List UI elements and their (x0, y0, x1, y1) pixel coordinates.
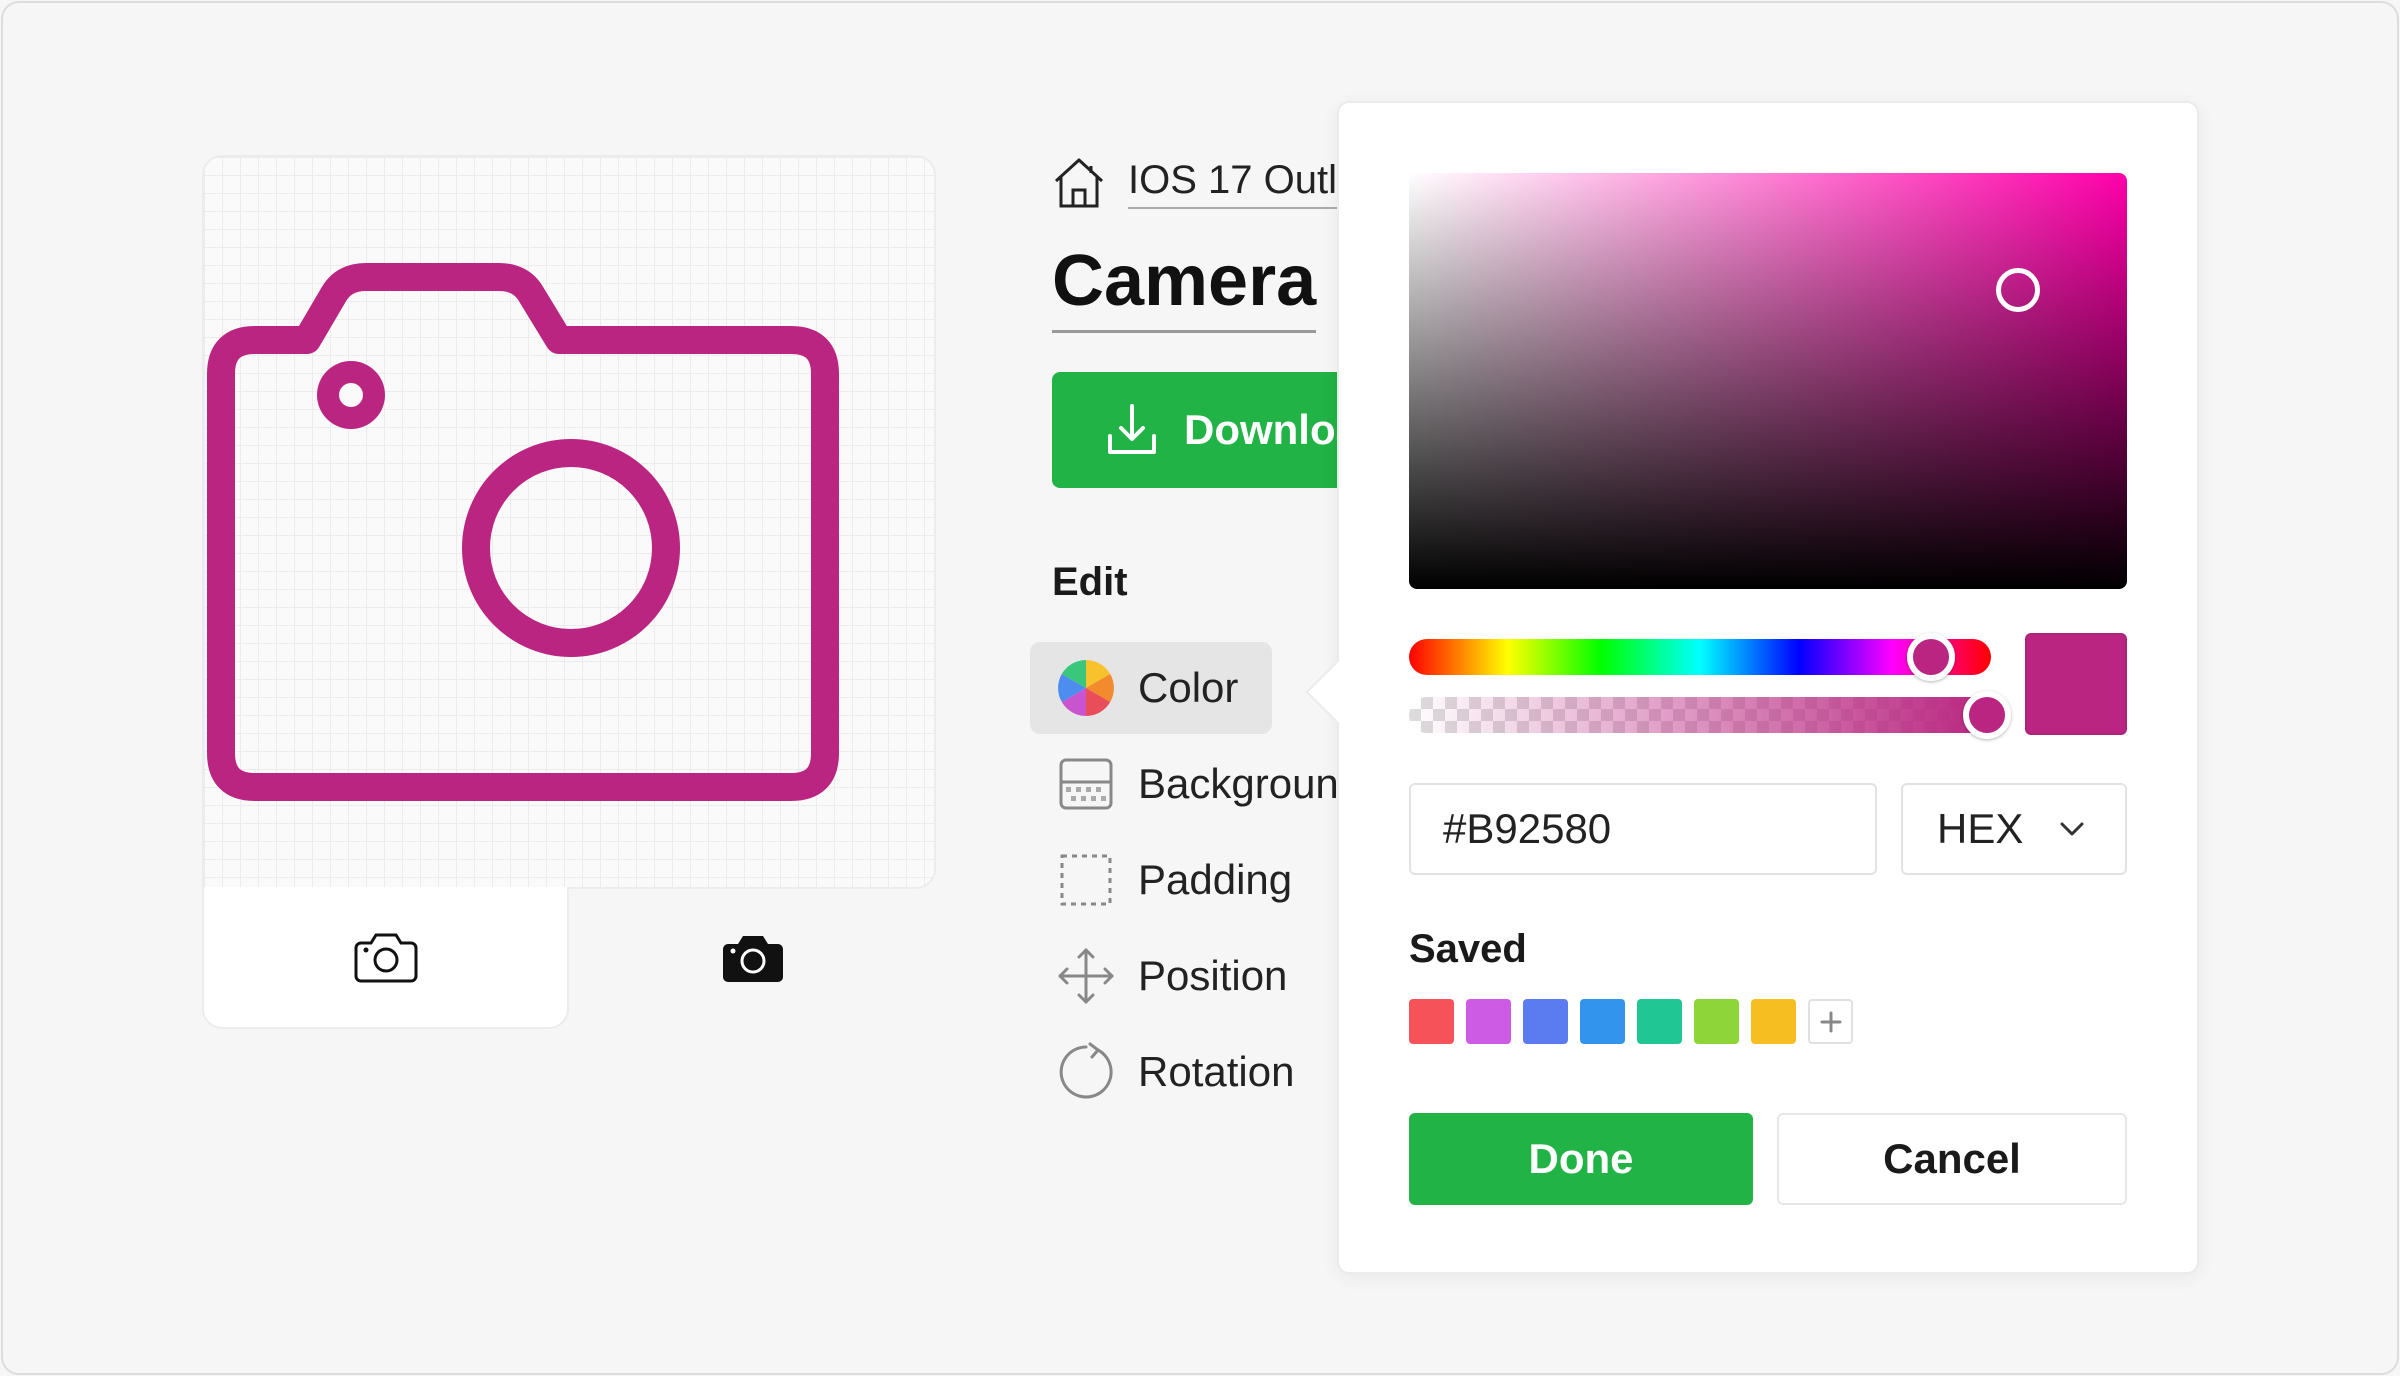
plus-icon (1820, 1011, 1841, 1032)
home-icon[interactable] (1050, 154, 1108, 212)
edit-item-rotation[interactable]: Rotation (1030, 1026, 1350, 1118)
edit-item-padding[interactable]: Padding (1030, 834, 1350, 926)
saved-color-swatch-yellow[interactable] (1751, 999, 1796, 1044)
camera-body-shape (207, 263, 839, 801)
breadcrumb-collection-link[interactable]: IOS 17 Outl (1128, 158, 1337, 209)
saved-color-swatch-purple[interactable] (1466, 999, 1511, 1044)
padding-icon (1060, 854, 1112, 906)
move-arrows-icon (1058, 948, 1114, 1004)
color-format-select[interactable]: HEX (1901, 783, 2127, 875)
add-saved-color-button[interactable] (1808, 999, 1853, 1044)
breadcrumb: IOS 17 Outl (1050, 150, 1337, 216)
camera-outline-icon (207, 263, 839, 801)
edit-item-position[interactable]: Position (1030, 930, 1350, 1022)
done-button[interactable]: Done (1409, 1113, 1753, 1205)
color-format-value: HEX (1937, 805, 2024, 852)
background-icon (1059, 758, 1113, 810)
saved-color-swatch-sky[interactable] (1580, 999, 1625, 1044)
alpha-slider[interactable] (1409, 691, 2011, 739)
tab-filled-variant[interactable] (569, 887, 936, 1029)
saved-color-swatch-red[interactable] (1409, 999, 1454, 1044)
cancel-button[interactable]: Cancel (1777, 1113, 2127, 1205)
saturation-value-area[interactable] (1409, 173, 2127, 589)
variant-tabs (202, 887, 936, 1029)
edit-item-color[interactable]: Color (1030, 642, 1272, 734)
color-picker-popover: HEX Saved Done Cancel (1305, 101, 2199, 1274)
color-wheel-icon (1058, 660, 1114, 716)
hue-slider-handle[interactable] (1907, 633, 1955, 681)
edit-heading: Edit (1052, 560, 1128, 604)
camera-outline-icon (354, 933, 417, 983)
edit-options-list: Color Backgroun Padding Position Rotatio… (1030, 642, 1350, 1122)
edit-item-background[interactable]: Backgroun (1030, 738, 1350, 830)
hex-color-input[interactable] (1409, 783, 1877, 875)
page-title: Camera (1052, 240, 1317, 333)
selected-color-preview (2025, 633, 2127, 735)
saved-color-swatch-teal[interactable] (1637, 999, 1682, 1044)
saved-color-swatch-blue[interactable] (1523, 999, 1568, 1044)
edit-item-label: Padding (1138, 856, 1293, 903)
chevron-down-icon (2060, 822, 2084, 836)
saved-colors-list (1409, 999, 1853, 1044)
tab-outline-variant[interactable] (202, 887, 569, 1029)
edit-item-label: Position (1138, 952, 1288, 999)
download-label: Downloa (1184, 406, 1359, 453)
icon-preview-card (202, 155, 936, 1029)
hue-slider[interactable] (1409, 633, 1991, 681)
icon-preview-canvas (202, 155, 936, 889)
saved-color-swatch-green[interactable] (1694, 999, 1739, 1044)
edit-item-label: Rotation (1138, 1048, 1295, 1095)
saturation-value-handle[interactable] (1996, 268, 2040, 312)
edit-item-label: Color (1138, 664, 1239, 711)
download-icon (1108, 404, 1156, 454)
camera-lens-shape (462, 439, 680, 657)
camera-filled-icon (722, 936, 783, 982)
edit-item-label: Backgroun (1138, 760, 1339, 807)
rotate-icon (1059, 1042, 1113, 1099)
saved-colors-heading: Saved (1409, 927, 1527, 971)
alpha-slider-handle[interactable] (1963, 691, 2011, 739)
